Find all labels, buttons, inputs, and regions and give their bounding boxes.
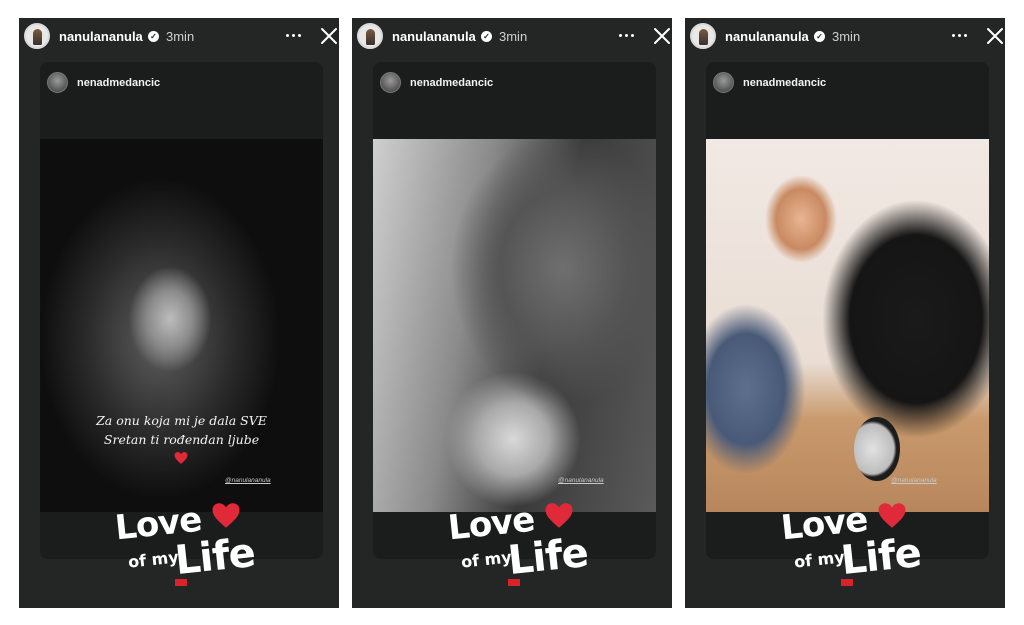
mention-tag[interactable]: @nanulananula (225, 477, 271, 484)
story-panel-3[interactable]: nanulananula ✓ 3min nenadmedancic @nanul… (685, 18, 1005, 608)
avatar[interactable] (357, 23, 383, 49)
love-of-my-life-logo: Love of my Life (779, 500, 941, 596)
logo-badge (175, 579, 187, 586)
toy-disc (854, 417, 900, 481)
repost-username[interactable]: nenadmedancic (77, 77, 160, 89)
close-icon[interactable] (653, 27, 671, 45)
story-photo: Za onu koja mi je dala SVE Sretan ti rođ… (40, 139, 323, 512)
heart-icon (545, 503, 573, 528)
verified-badge-icon: ✓ (814, 31, 825, 42)
mention-tag[interactable]: @nanulananula (891, 477, 937, 484)
story-username[interactable]: nanulananula (392, 29, 476, 44)
story-timestamp: 3min (499, 29, 528, 44)
repost-avatar[interactable] (713, 72, 734, 93)
more-options-icon[interactable] (952, 34, 968, 38)
story-panel-2[interactable]: nanulananula ✓ 3min nenadmedancic @nanul… (352, 18, 672, 608)
story-header: nanulananula ✓ 3min (685, 18, 1005, 56)
logo-badge (841, 579, 853, 586)
close-icon[interactable] (320, 27, 338, 45)
story-timestamp: 3min (166, 29, 195, 44)
logo-of-my-text: of my (127, 547, 180, 572)
reposted-story-card[interactable]: nenadmedancic (373, 62, 656, 559)
logo-life-text: Life (505, 529, 590, 585)
story-photo (373, 139, 656, 512)
story-username[interactable]: nanulananula (725, 29, 809, 44)
repost-username[interactable]: nenadmedancic (410, 77, 493, 89)
heart-icon (174, 452, 188, 464)
repost-avatar[interactable] (47, 72, 68, 93)
story-timestamp: 3min (832, 29, 861, 44)
logo-badge (508, 579, 520, 586)
logo-life-text: Life (172, 529, 257, 585)
repost-avatar[interactable] (380, 72, 401, 93)
story-photo (706, 139, 989, 512)
close-icon[interactable] (986, 27, 1004, 45)
verified-badge-icon: ✓ (481, 31, 492, 42)
reposted-story-card[interactable]: nenadmedancic (706, 62, 989, 559)
love-of-my-life-logo: Love of my Life (113, 500, 275, 596)
logo-of-my-text: of my (793, 547, 846, 572)
heart-icon (878, 503, 906, 528)
logo-of-my-text: of my (460, 547, 513, 572)
avatar[interactable] (690, 23, 716, 49)
story-panel-1[interactable]: nanulananula ✓ 3min nenadmedancic Za onu… (19, 18, 339, 608)
avatar[interactable] (24, 23, 50, 49)
more-options-icon[interactable] (286, 34, 302, 38)
verified-badge-icon: ✓ (148, 31, 159, 42)
logo-life-text: Life (838, 529, 923, 585)
more-options-icon[interactable] (619, 34, 635, 38)
story-caption: Za onu koja mi je dala SVE Sretan ti rođ… (40, 411, 323, 449)
caption-line: Sretan ti rođendan ljube (103, 432, 260, 447)
mention-tag[interactable]: @nanulananula (558, 477, 604, 484)
story-header: nanulananula ✓ 3min (19, 18, 339, 56)
love-of-my-life-logo: Love of my Life (446, 500, 608, 596)
heart-icon (212, 503, 240, 528)
story-header: nanulananula ✓ 3min (352, 18, 672, 56)
caption-line: Za onu koja mi je dala SVE (96, 413, 267, 428)
story-username[interactable]: nanulananula (59, 29, 143, 44)
reposted-story-card[interactable]: nenadmedancic Za onu koja mi je dala SVE… (40, 62, 323, 559)
repost-username[interactable]: nenadmedancic (743, 77, 826, 89)
